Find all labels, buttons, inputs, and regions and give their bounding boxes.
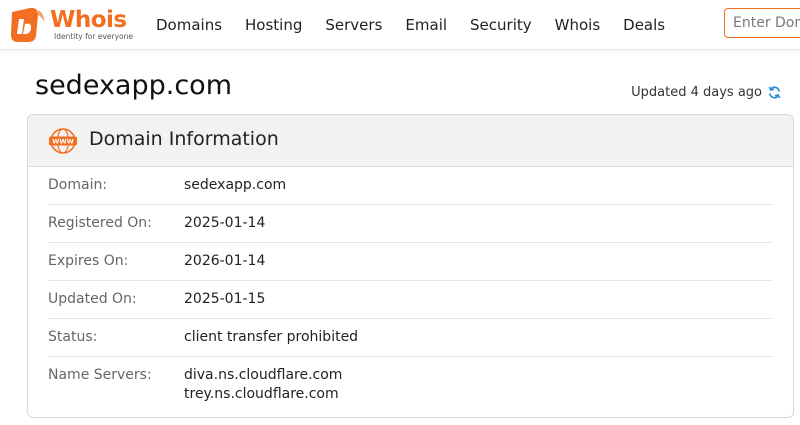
info-row-updated: Updated On: 2025-01-15 bbox=[48, 281, 773, 319]
last-updated: Updated 4 days ago bbox=[631, 85, 782, 100]
refresh-icon[interactable] bbox=[767, 85, 782, 100]
logo-tagline: Identity for everyone bbox=[54, 32, 133, 41]
row-label: Registered On: bbox=[48, 215, 152, 231]
nav-security[interactable]: Security bbox=[470, 16, 532, 34]
nav-email[interactable]: Email bbox=[405, 16, 447, 34]
www-icon-text: WWW bbox=[52, 138, 74, 146]
nav-servers[interactable]: Servers bbox=[325, 16, 382, 34]
domain-search-input[interactable] bbox=[724, 8, 800, 38]
page-title: sedexapp.com bbox=[35, 70, 233, 101]
last-updated-text: Updated 4 days ago bbox=[631, 85, 762, 100]
card-header: WWW Domain Information bbox=[28, 115, 793, 167]
row-value: client transfer prohibited bbox=[184, 329, 359, 345]
row-label: Status: bbox=[48, 329, 98, 345]
row-label: Name Servers: bbox=[48, 367, 152, 383]
whois-logo[interactable]: Whois Identity for everyone bbox=[8, 6, 133, 44]
logo-wordmark: Whois bbox=[50, 7, 127, 33]
card-title: Domain Information bbox=[89, 128, 279, 150]
row-value: 2025-01-14 bbox=[184, 215, 266, 231]
site-header: Whois Identity for everyone Domains Host… bbox=[0, 0, 800, 50]
row-label: Updated On: bbox=[48, 291, 137, 307]
row-value-list: diva.ns.cloudflare.com trey.ns.cloudflar… bbox=[184, 357, 342, 405]
info-row-name-servers: Name Servers: diva.ns.cloudflare.com tre… bbox=[48, 357, 773, 405]
info-row-registered: Registered On: 2025-01-14 bbox=[48, 205, 773, 243]
info-row-domain: Domain: sedexapp.com bbox=[48, 167, 773, 205]
domain-info-card: WWW Domain Information Domain: sedexapp.… bbox=[27, 114, 794, 418]
nav-deals[interactable]: Deals bbox=[623, 16, 665, 34]
main-nav: Domains Hosting Servers Email Security W… bbox=[156, 0, 688, 50]
nav-whois[interactable]: Whois bbox=[555, 16, 601, 34]
info-row-expires: Expires On: 2026-01-14 bbox=[48, 243, 773, 281]
name-server: trey.ns.cloudflare.com bbox=[184, 386, 339, 402]
whois-logo-icon bbox=[11, 7, 45, 42]
nav-domains[interactable]: Domains bbox=[156, 16, 222, 34]
row-value: sedexapp.com bbox=[184, 177, 287, 193]
info-row-status: Status: client transfer prohibited bbox=[48, 319, 773, 357]
row-value: 2026-01-14 bbox=[184, 253, 266, 269]
row-value: 2025-01-15 bbox=[184, 291, 266, 307]
row-label: Domain: bbox=[48, 177, 108, 193]
www-globe-icon: WWW bbox=[49, 128, 77, 154]
row-label: Expires On: bbox=[48, 253, 129, 269]
nav-hosting[interactable]: Hosting bbox=[245, 16, 302, 34]
info-table: Domain: sedexapp.com Registered On: 2025… bbox=[28, 167, 793, 405]
